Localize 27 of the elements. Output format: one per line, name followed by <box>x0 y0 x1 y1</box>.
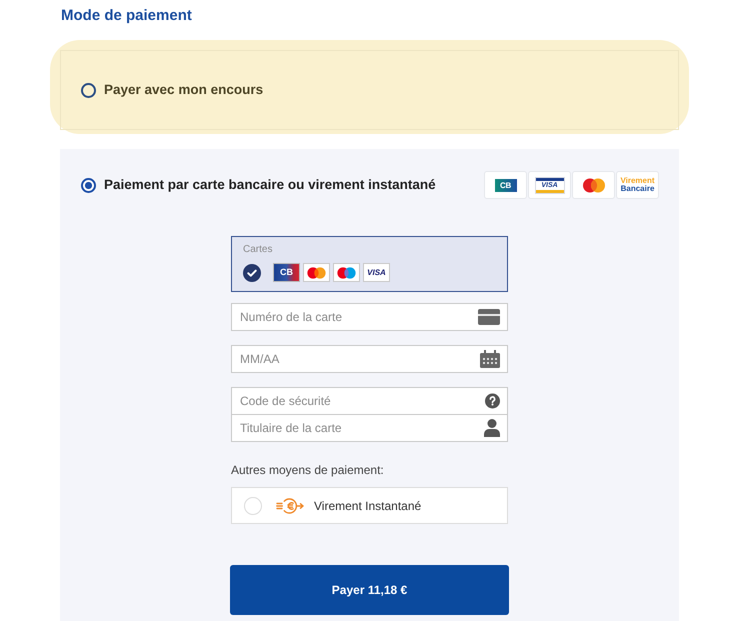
payment-method-label: Virement Instantané <box>314 498 422 514</box>
section-title: Mode de paiement <box>61 6 193 25</box>
card-number-field[interactable]: Numéro de la carte <box>231 303 508 331</box>
radio-button[interactable] <box>81 178 96 192</box>
calendar-icon <box>480 350 500 368</box>
interlocking-circles-logo <box>303 263 330 282</box>
visa-logo: VISA <box>363 263 390 282</box>
euro-transfer-icon <box>276 496 304 514</box>
option-label[interactable]: Paiement par carte bancaire ou virement instantané <box>104 176 436 194</box>
payment-method-item[interactable]: Virement Instantané <box>231 487 508 524</box>
interlocking-circles-logo <box>572 171 615 199</box>
option-label[interactable]: Payer avec mon encours <box>104 81 264 99</box>
expiry-date-field[interactable]: MM/AA <box>231 345 508 373</box>
person-icon <box>484 419 500 437</box>
interlocking-circles-logo <box>333 263 360 282</box>
cb-logo: CB <box>273 263 300 282</box>
security-code-field[interactable]: Code de sécurité <box>231 387 508 415</box>
pay-button[interactable]: Payer 11,18 € <box>230 565 509 615</box>
cb-logo: CB <box>484 171 527 199</box>
cardholder-name-field[interactable]: Titulaire de la carte <box>231 414 508 442</box>
radio-button[interactable] <box>81 82 96 98</box>
virement-bancaire-logo: Virement Bancaire <box>616 171 659 199</box>
card-type-option[interactable]: Cartes CB VISA <box>231 236 508 292</box>
other-methods-label: Autres moyens de paiement: <box>231 462 385 478</box>
help-icon <box>485 394 500 408</box>
cards-label: Cartes <box>243 244 274 256</box>
credit-card-icon <box>478 309 500 325</box>
